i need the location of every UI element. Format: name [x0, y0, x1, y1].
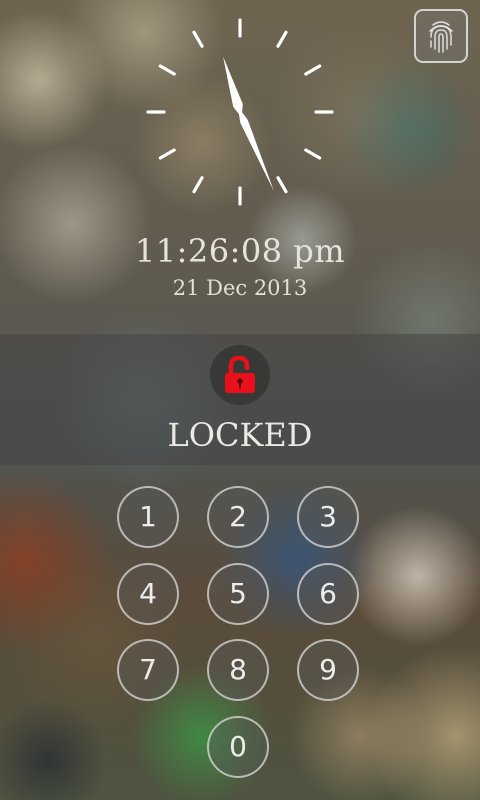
clock-hands: [223, 56, 274, 192]
clock-tick-8: [158, 148, 176, 160]
lock-status-text: LOCKED: [167, 416, 313, 454]
digital-time: 11:26:08 pm: [134, 232, 346, 270]
keypad-key-8[interactable]: 8: [207, 639, 269, 701]
clock-tick-11: [192, 30, 204, 48]
padlock-icon: [225, 355, 255, 393]
clock-minute-hand: [237, 106, 274, 192]
clock-hour-hand: [223, 56, 243, 118]
keypad-key-0[interactable]: 0: [207, 716, 269, 778]
keypad-key-6[interactable]: 6: [297, 563, 359, 625]
clock-tick-2: [304, 64, 322, 76]
keypad-key-7[interactable]: 7: [117, 639, 179, 701]
analog-clock: [146, 18, 334, 206]
keypad-key-4[interactable]: 4: [117, 563, 179, 625]
fingerprint-button[interactable]: [414, 9, 468, 63]
keypad-key-1[interactable]: 1: [117, 486, 179, 548]
keypad-key-5[interactable]: 5: [207, 563, 269, 625]
date-label: 21 Dec 2013: [172, 276, 308, 300]
clock-tick-5: [276, 176, 288, 194]
keypad-key-2[interactable]: 2: [207, 486, 269, 548]
fingerprint-icon: [429, 21, 453, 53]
clock-tick-1: [276, 30, 288, 48]
lock-button[interactable]: [210, 345, 270, 405]
clock-tick-7: [192, 176, 204, 194]
clock-tick-4: [304, 148, 322, 160]
keypad-key-9[interactable]: 9: [297, 639, 359, 701]
keypad-key-3[interactable]: 3: [297, 486, 359, 548]
clock-tick-10: [158, 64, 176, 76]
